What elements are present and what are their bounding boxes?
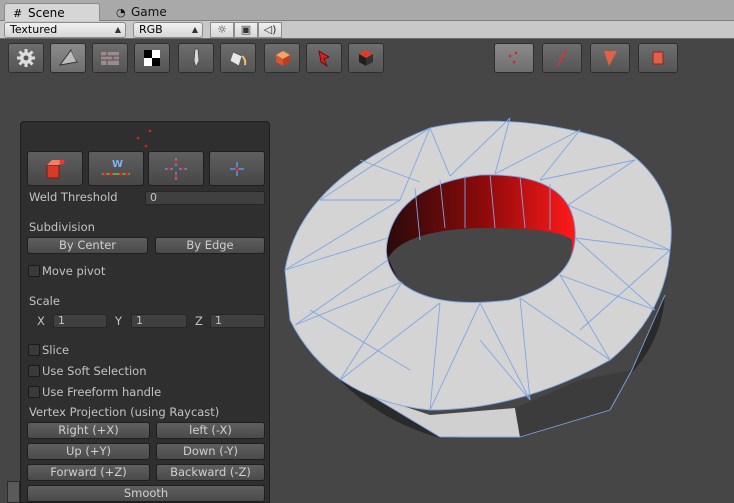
extrude-button[interactable] [27,151,83,186]
smooth-button[interactable]: Smooth [27,485,265,502]
element-icon [652,51,664,65]
face-icon [604,51,617,66]
select-color-button[interactable] [306,43,342,73]
weld-threshold-label: Weld Threshold [29,190,118,204]
split-icon [165,157,187,180]
subdivision-label: Subdivision [29,220,95,234]
weld-button[interactable]: W [88,151,144,186]
speaker-icon: ◁) [263,23,277,36]
weld-icon: W [102,159,130,176]
torus-mesh[interactable] [280,110,680,445]
vertex-mode-button[interactable] [494,43,534,73]
scale-x-field[interactable]: 1 [53,314,107,328]
uv-tool-button[interactable] [134,43,170,73]
project-left-button[interactable]: left (-X) [156,422,265,439]
dropdown-arrow-icon: ▲ [191,25,198,34]
scale-label: Scale [29,294,60,308]
dark-cube-icon [359,50,373,66]
shape-tool-button[interactable] [50,43,86,73]
svg-text:W: W [112,159,123,170]
image-toggle[interactable]: ▣ [234,22,258,38]
side-handle[interactable] [7,481,20,503]
tool-panel: W Weld Threshold 0 Subdivision By Center… [20,121,270,503]
freeform-handle-checkbox[interactable] [28,386,40,398]
orange-cube-icon [276,51,290,66]
tab-scene-label: Scene [28,6,65,20]
tab-game[interactable]: ◔ Game [108,3,178,21]
project-up-button[interactable]: Up (+Y) [27,443,150,460]
paint-bucket-icon [229,51,247,67]
freeform-handle-label: Use Freeform handle [42,385,162,399]
settings-button[interactable] [8,43,44,73]
scene-toolbar: Textured ▲ RGB ▲ ☼ ▣ ◁) [0,21,734,39]
scale-x-label: X [37,314,45,328]
scale-z-field[interactable]: 1 [210,314,265,328]
render-mode-value: RGB [139,23,163,36]
soft-selection-label: Use Soft Selection [42,364,147,378]
weld-threshold-field[interactable]: 0 [145,191,265,205]
project-right-button[interactable]: Right (+X) [27,422,150,439]
object-tool-button[interactable] [348,43,384,73]
pacman-icon: ◔ [116,6,126,19]
gear-icon [17,49,35,67]
move-pivot-label: Move pivot [42,264,106,278]
project-backward-button[interactable]: Backward (-Z) [156,464,265,481]
tab-game-label: Game [131,5,167,19]
render-mode-dropdown[interactable]: RGB ▲ [133,22,203,38]
smoothing-tool-button[interactable] [178,43,214,73]
tab-scene[interactable]: # Scene [4,3,100,21]
face-mode-button[interactable] [590,43,630,73]
vertex-icon [508,51,518,64]
collapse-icon [230,161,244,176]
element-mode-button[interactable] [638,43,678,73]
vertex-projection-label: Vertex Projection (using Raycast) [29,405,220,419]
checker-icon [144,50,160,66]
vertex-mode-indicator-icon [136,129,152,148]
texture-tool-button[interactable] [92,43,128,73]
vertex-color-button[interactable] [220,43,256,73]
collapse-button[interactable] [209,151,265,186]
edge-mode-button[interactable] [542,43,582,73]
panel-header[interactable] [21,122,269,148]
by-edge-button[interactable]: By Edge [155,237,265,254]
slice-label: Slice [42,343,70,357]
lighting-toggle[interactable]: ☼ [210,22,234,38]
pyramid-icon [58,49,78,66]
project-forward-button[interactable]: Forward (+Z) [27,464,150,481]
scale-z-label: Z [195,314,203,328]
tab-bar: # Scene ◔ Game [0,0,734,21]
move-pivot-checkbox[interactable] [28,265,40,277]
pen-icon [193,48,200,69]
sun-icon: ☼ [217,23,227,36]
brick-icon [101,52,119,65]
cube-paint-button[interactable] [264,43,300,73]
audio-toggle[interactable]: ◁) [258,22,282,38]
shading-mode-value: Textured [10,23,58,36]
slice-checkbox[interactable] [28,344,40,356]
dropdown-arrow-icon: ▲ [114,25,121,34]
scale-y-label: Y [115,314,123,328]
split-button[interactable] [148,151,204,186]
soft-selection-checkbox[interactable] [28,365,40,377]
scale-y-field[interactable]: 1 [131,314,187,328]
edge-icon [557,49,567,67]
red-cursor-icon [318,50,330,68]
image-icon: ▣ [240,23,252,36]
by-center-button[interactable]: By Center [27,237,148,254]
project-down-button[interactable]: Down (-Y) [156,443,265,460]
shading-mode-dropdown[interactable]: Textured ▲ [4,22,126,38]
extrude-icon [46,159,65,178]
